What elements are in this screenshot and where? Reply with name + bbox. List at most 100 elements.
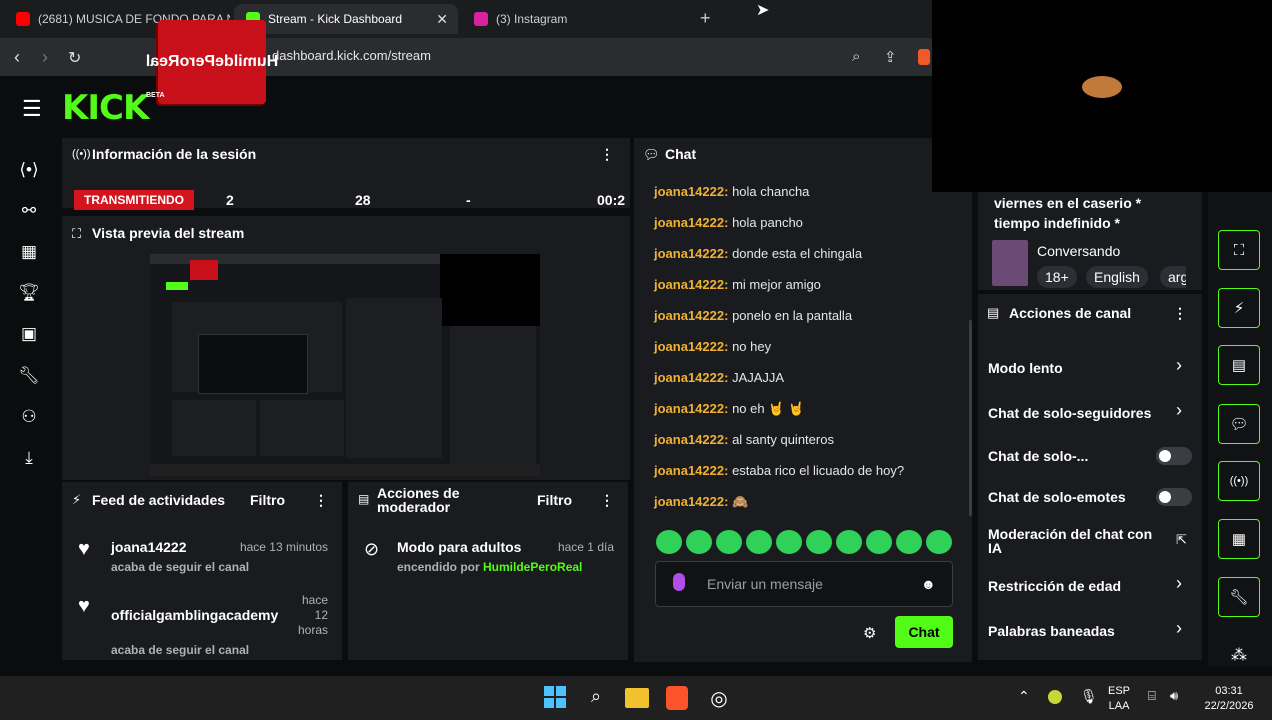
broadcast-toggle-icon[interactable]: ((•)) — [1218, 461, 1260, 501]
feed-item-sub: acaba de seguir el canal — [111, 560, 250, 574]
mod-menu-icon[interactable]: ⋮ — [600, 492, 614, 509]
mod-actions-title: Acciones de moderador — [377, 485, 460, 515]
bolt-toggle-icon[interactable]: ⚡︎ — [1218, 288, 1260, 328]
emote-icon[interactable] — [836, 530, 862, 554]
mod-filter-button[interactable]: Filtro — [537, 492, 572, 508]
tab-label: Stream - Kick Dashboard — [268, 12, 403, 26]
file-explorer-icon[interactable] — [625, 688, 649, 708]
instagram-icon — [474, 12, 488, 26]
obs-icon[interactable]: ◎ — [707, 686, 731, 710]
action-slow-mode[interactable]: Modo lento — [988, 360, 1063, 376]
emote-icon[interactable] — [716, 530, 742, 554]
mod-toggle-icon[interactable]: ▦ — [1218, 519, 1260, 559]
doc-icon: ▤ — [358, 492, 370, 506]
menu-icon[interactable]: ☰ — [22, 96, 42, 122]
action-ai-moderation[interactable]: Moderación del chat con IA — [988, 527, 1152, 555]
emote-icon[interactable] — [896, 530, 922, 554]
trophy-nav-icon[interactable]: 🏆︎ — [18, 283, 40, 305]
external-link-icon[interactable]: ⇱ — [1176, 532, 1187, 548]
chat-send-button[interactable]: Chat — [895, 616, 953, 648]
channel-actions-panel — [978, 294, 1202, 660]
new-tab-button[interactable]: + — [700, 8, 711, 29]
emotes-only-toggle[interactable] — [1156, 488, 1192, 506]
mod-item-user[interactable]: HumildePeroReal — [483, 560, 582, 574]
tab-instagram[interactable]: (3) Instagram — [462, 4, 690, 34]
category-label[interactable]: Conversando — [1037, 243, 1120, 259]
share-icon[interactable]: ⇪ — [884, 48, 897, 66]
upload-nav-icon[interactable]: ⤓ — [18, 448, 40, 470]
chevron-right-icon[interactable]: › — [1176, 400, 1182, 421]
input-language[interactable]: ESP LAA — [1108, 684, 1130, 714]
emote-icon[interactable] — [926, 530, 952, 554]
emote-icon[interactable] — [656, 530, 682, 554]
kick-logo[interactable]: KICK — [62, 88, 149, 128]
category-thumbnail[interactable] — [992, 240, 1028, 286]
chevron-right-icon[interactable]: › — [1176, 618, 1182, 639]
preview-toggle-icon[interactable]: ⛶ — [1218, 230, 1260, 270]
emote-icon[interactable] — [866, 530, 892, 554]
subs-only-toggle[interactable] — [1156, 447, 1192, 465]
tag-chip[interactable]: English — [1086, 266, 1148, 288]
microphone-icon[interactable]: 🎙︎ — [1080, 688, 1098, 705]
chat-settings-icon[interactable]: ⚙ — [863, 624, 876, 642]
tab-kick-dashboard[interactable]: Stream - Kick Dashboard ✕ — [234, 4, 458, 34]
emote-icon[interactable] — [746, 530, 772, 554]
link-nav-icon[interactable]: ⚯ — [18, 201, 40, 223]
search-icon[interactable]: ⌕ — [584, 686, 608, 710]
mod-item-title: Modo para adultos — [397, 539, 522, 555]
chat-input-placeholder: Enviar un mensaje — [707, 576, 823, 592]
windows-start-icon[interactable] — [543, 686, 567, 710]
volume-icon[interactable]: 🔊︎ — [1170, 688, 1178, 704]
emoji-icon[interactable]: ☻ — [921, 576, 936, 592]
chevron-right-icon[interactable]: › — [1176, 573, 1182, 594]
back-icon[interactable]: ‹ — [14, 47, 20, 68]
stream-preview-title: Vista previa del stream — [92, 225, 245, 241]
tag-chip[interactable]: 18+ — [1037, 266, 1077, 288]
clock[interactable]: 03:31 22/2/2026 — [1196, 684, 1262, 714]
emote-icon[interactable] — [806, 530, 832, 554]
preview-icon: ⛶ — [72, 226, 82, 241]
mic-icon[interactable] — [673, 573, 685, 591]
chevron-up-icon[interactable]: ⌃ — [1018, 688, 1030, 705]
network-icon[interactable]: ⌸ — [1148, 688, 1156, 704]
stream-nav-icon[interactable]: ⟨•⟩ — [18, 160, 40, 182]
tray-app-icon[interactable] — [1048, 690, 1062, 704]
analytics-nav-icon[interactable]: ▦ — [18, 242, 40, 264]
wrench-nav-icon[interactable]: 🔧︎ — [18, 366, 40, 388]
wrench-toggle-icon[interactable]: 🔧︎ — [1218, 577, 1260, 617]
reload-icon[interactable]: ↻ — [68, 48, 81, 68]
forward-icon[interactable]: › — [42, 47, 48, 68]
close-tab-icon[interactable]: ✕ — [436, 11, 448, 28]
emote-icon[interactable] — [686, 530, 712, 554]
channel-sticker: HumildePeroReal — [146, 20, 278, 104]
chat-message: joana14222: hola pancho — [654, 215, 803, 230]
session-menu-icon[interactable]: ⋮ — [600, 146, 614, 163]
feed-menu-icon[interactable]: ⋮ — [314, 492, 328, 509]
emote-icon[interactable] — [776, 530, 802, 554]
uptime-stat: 00:2 — [597, 192, 626, 208]
feed-item-name[interactable]: officialgamblingacademy — [111, 607, 278, 623]
stream-preview-video[interactable] — [150, 254, 540, 476]
chat-scrollbar[interactable] — [969, 320, 972, 516]
tag-chip[interactable]: arg — [1160, 266, 1186, 288]
chat-toggle-icon[interactable]: 💬︎ — [1218, 404, 1260, 444]
chevron-right-icon[interactable]: › — [1176, 355, 1182, 376]
action-banned-words[interactable]: Palabras baneadas — [988, 623, 1115, 639]
feed-item-name[interactable]: joana14222 — [111, 539, 187, 555]
video-nav-icon[interactable]: ▣ — [18, 324, 40, 346]
feed-filter-button[interactable]: Filtro — [250, 492, 285, 508]
action-age-restriction[interactable]: Restricción de edad — [988, 578, 1121, 594]
chat-message: joana14222: donde esta el chingala — [654, 246, 863, 261]
channel-actions-menu-icon[interactable]: ⋮ — [1173, 305, 1187, 322]
layout-icon[interactable]: ⁂ — [1231, 645, 1247, 665]
doc-toggle-icon[interactable]: ▤ — [1218, 345, 1260, 385]
chat-title: Chat — [665, 146, 697, 162]
users-nav-icon[interactable]: ⚇ — [18, 407, 40, 429]
action-subs-only: Chat de solo-... — [988, 448, 1089, 464]
url-field[interactable]: dashboard.kick.com/stream — [272, 48, 431, 63]
brave-shield-icon[interactable] — [918, 49, 930, 65]
chat-bubble-icon: 💬︎ — [643, 147, 660, 162]
zoom-icon[interactable]: ⌕ — [852, 48, 860, 65]
action-followers-only[interactable]: Chat de solo-seguidores — [988, 405, 1151, 421]
brave-browser-icon[interactable] — [666, 686, 688, 710]
